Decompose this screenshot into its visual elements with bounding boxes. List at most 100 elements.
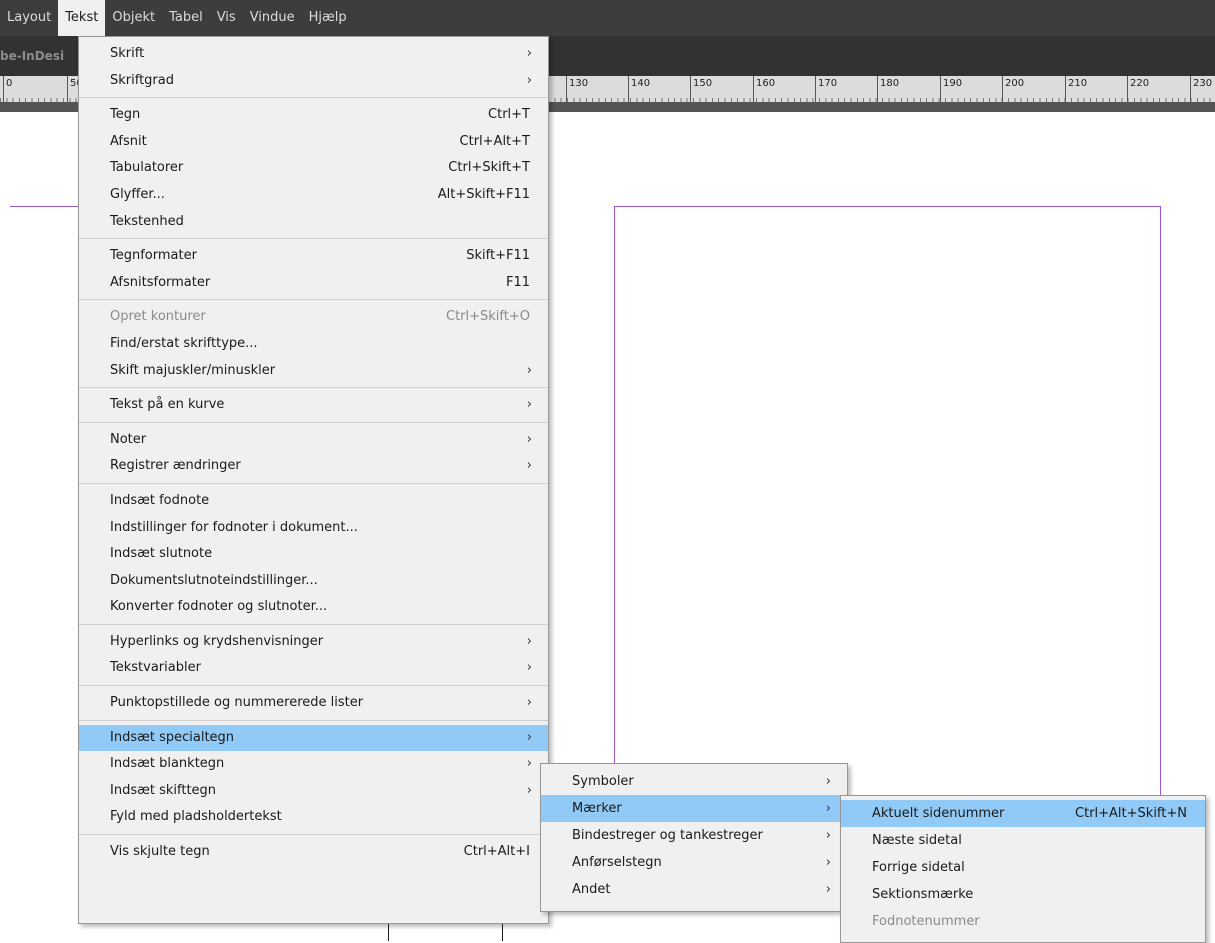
tekst-menu-item-afsnit[interactable]: Afsnit Ctrl+Alt+T [79,129,548,156]
document-tab[interactable]: be-InDesi [0,49,64,63]
markers-submenu: Aktuelt sidenummer Ctrl+Alt+Skift+N Næste … [840,795,1206,943]
ruler-label: 190 [940,76,962,102]
special-chars-item-symboler[interactable]: Symboler › [541,768,847,795]
chevron-right-icon: › [526,729,532,745]
tekst-menu-item-tegnformater[interactable]: Tegnformater Skift+F11 [79,243,548,270]
menu-item-shortcut: Skift+F11 [466,248,530,264]
tekst-menu-item-vis-skjulte-tegn[interactable]: Vis skjulte tegn Ctrl+Alt+I [79,839,548,866]
menu-item-label: Vis skjulte tegn [110,844,210,860]
tekst-menu-item-glyffer[interactable]: Glyffer... Alt+Skift+F11 [79,182,548,209]
menu-separator [79,834,548,836]
menu-item-label: Indsæt specialtegn [110,729,235,745]
menu-item-label: Indsæt slutnote [110,546,213,562]
menu-item-label: Fodnotenummer [872,914,980,929]
chevron-right-icon: › [526,660,532,676]
menu-separator [79,238,548,240]
markers-item-forrige-sidetal[interactable]: Forrige sidetal [841,854,1205,881]
special-chars-item-bindestreger-og-tankestreger[interactable]: Bindestreger og tankestreger › [541,822,847,849]
special-chars-item-anfrselstegn[interactable]: Anførselstegn › [541,849,847,876]
menu-item-label: Registrer ændringer [110,458,241,474]
menu-item-label: Mærker [572,801,622,816]
chevron-right-icon: › [526,458,532,474]
ruler-label: 210 [1065,76,1087,102]
menu-item-shortcut: Ctrl+Skift+O [446,309,530,325]
ruler-label: 150 [690,76,712,102]
tekst-menu-item-indst-blanktegn[interactable]: Indsæt blanktegn › [79,751,548,778]
tekst-menu-item-afsnitsformater[interactable]: Afsnitsformater F11 [79,270,548,297]
markers-item-sektionsmrke[interactable]: Sektionsmærke [841,881,1205,908]
special-chars-item-andet[interactable]: Andet › [541,876,847,903]
menu-item-label: Skriftgrad [110,72,174,88]
menu-item-label: Bindestreger og tankestreger [572,828,763,843]
markers-item-nste-sidetal[interactable]: Næste sidetal [841,827,1205,854]
tekst-menu-item-noter[interactable]: Noter › [79,427,548,454]
menu-item-label: Forrige sidetal [872,860,965,875]
tekst-menu-item-indst-fodnote[interactable]: Indsæt fodnote [79,488,548,515]
tekst-menu-item-skift-majusklerminuskler[interactable]: Skift majuskler/minuskler › [79,358,548,385]
special-chars-item-mrker[interactable]: Mærker › [541,795,847,822]
tekst-menu-item-finderstat-skrifttype[interactable]: Find/erstat skrifttype... [79,331,548,358]
tekst-menu-item-skriftgrad[interactable]: Skriftgrad › [79,68,548,95]
tekst-menu-item-registrer-ndringer[interactable]: Registrer ændringer › [79,453,548,480]
tekst-menu-items: Skrift › Skriftgrad › Tegn Ctrl+T Afsnit Ctrl+A… [79,41,548,866]
tekst-menu-item-indst-specialtegn[interactable]: Indsæt specialtegn › [79,724,548,752]
menu-item-label: Afsnitsformater [110,274,211,290]
markers-item-aktuelt-sidenummer[interactable]: Aktuelt sidenummer Ctrl+Alt+Skift+N [841,800,1205,827]
menubar: Layout Tekst Objekt Tabel Vis Vindue Hjælp [0,0,1215,36]
markers-items: Aktuelt sidenummer Ctrl+Alt+Skift+N Næste … [841,800,1205,935]
menu-item-shortcut: Alt+Skift+F11 [437,186,530,202]
tekst-menu-item-tekstvariabler[interactable]: Tekstvariabler › [79,655,548,682]
chevron-right-icon: › [526,362,532,378]
tekst-menu-item-skrift[interactable]: Skrift › [79,41,548,68]
menubar-item-objekt[interactable]: Objekt [105,0,162,36]
tekst-menu-item-fyld-med-pladsholdertekst[interactable]: Fyld med pladsholdertekst [79,804,548,831]
menu-item-shortcut: Ctrl+Skift+T [448,160,530,176]
tekst-menu-item-indst-slutnote[interactable]: Indsæt slutnote [79,541,548,568]
menu-item-label: Punktopstillede og nummererede lister [110,695,364,711]
tekst-menu-item-tegn[interactable]: Tegn Ctrl+T [79,102,548,129]
menu-item-label: Opret konturer [110,309,206,325]
menu-separator [79,482,548,484]
tekst-menu-item-punktopstillede-og-nummererede-lister[interactable]: Punktopstillede og nummererede lister › [79,690,548,717]
menu-item-label: Symboler [572,774,634,789]
tekst-menu-item-indstillinger-for-fodnoter-i-dokument[interactable]: Indstillinger for fodnoter i dokument... [79,515,548,542]
menu-item-label: Tekst på en kurve [110,397,225,413]
menu-item-label: Tegn [110,107,141,123]
tekst-menu-item-hyperlinks-og-krydshenvisninger[interactable]: Hyperlinks og krydshenvisninger › [79,629,548,656]
menu-item-shortcut: Ctrl+T [488,107,530,123]
ruler-label: 170 [815,76,837,102]
menu-separator [79,719,548,721]
menu-separator [79,421,548,423]
chevron-right-icon: › [526,782,532,798]
menu-item-label: Tegnformater [110,248,197,264]
menubar-item-tekst[interactable]: Tekst [58,0,106,36]
menu-item-label: Aktuelt sidenummer [872,806,1005,821]
menu-item-label: Glyffer... [110,186,165,202]
menubar-item-hjlp[interactable]: Hjælp [302,0,354,36]
special-characters-items: Symboler › Mærker › Bindestreger og tankestr… [541,768,847,903]
menu-item-label: Hyperlinks og krydshenvisninger [110,633,324,649]
menu-item-label: Skrift [110,46,145,61]
tekst-menu-item-dokumentslutnoteindstillinger[interactable]: Dokumentslutnoteindstillinger... [79,568,548,595]
menu-item-label: Næste sidetal [872,833,962,848]
tekst-menu-item-indst-skifttegn[interactable]: Indsæt skifttegn › [79,778,548,805]
menubar-item-layout[interactable]: Layout [0,0,58,36]
tekst-menu-item-konverter-fodnoter-og-slutnoter[interactable]: Konverter fodnoter og slutnoter... [79,594,548,621]
menu-separator [79,685,548,687]
menubar-item-vis[interactable]: Vis [210,0,243,36]
tekst-menu-item-tekst-pa-en-kurve[interactable]: Tekst på en kurve › [79,392,548,419]
menu-separator [79,97,548,99]
menu-item-label: Konverter fodnoter og slutnoter... [110,599,328,615]
tekst-menu-item-tabulatorer[interactable]: Tabulatorer Ctrl+Skift+T [79,155,548,182]
menubar-item-tabel[interactable]: Tabel [162,0,210,36]
tekst-menu-item-tekstenhed[interactable]: Tekstenhed [79,209,548,236]
menu-separator [79,299,548,301]
menu-item-label: Andet [572,882,611,897]
menubar-item-vindue[interactable]: Vindue [243,0,302,36]
menu-item-label: Indsæt skifttegn [110,782,217,798]
ruler-label: 130 [566,76,588,102]
menu-item-shortcut: Ctrl+Alt+T [459,133,530,149]
menu-item-label: Skift majuskler/minuskler [110,362,276,378]
menu-item-label: Find/erstat skrifttype... [110,335,258,351]
menu-item-label: Dokumentslutnoteindstillinger... [110,572,318,588]
